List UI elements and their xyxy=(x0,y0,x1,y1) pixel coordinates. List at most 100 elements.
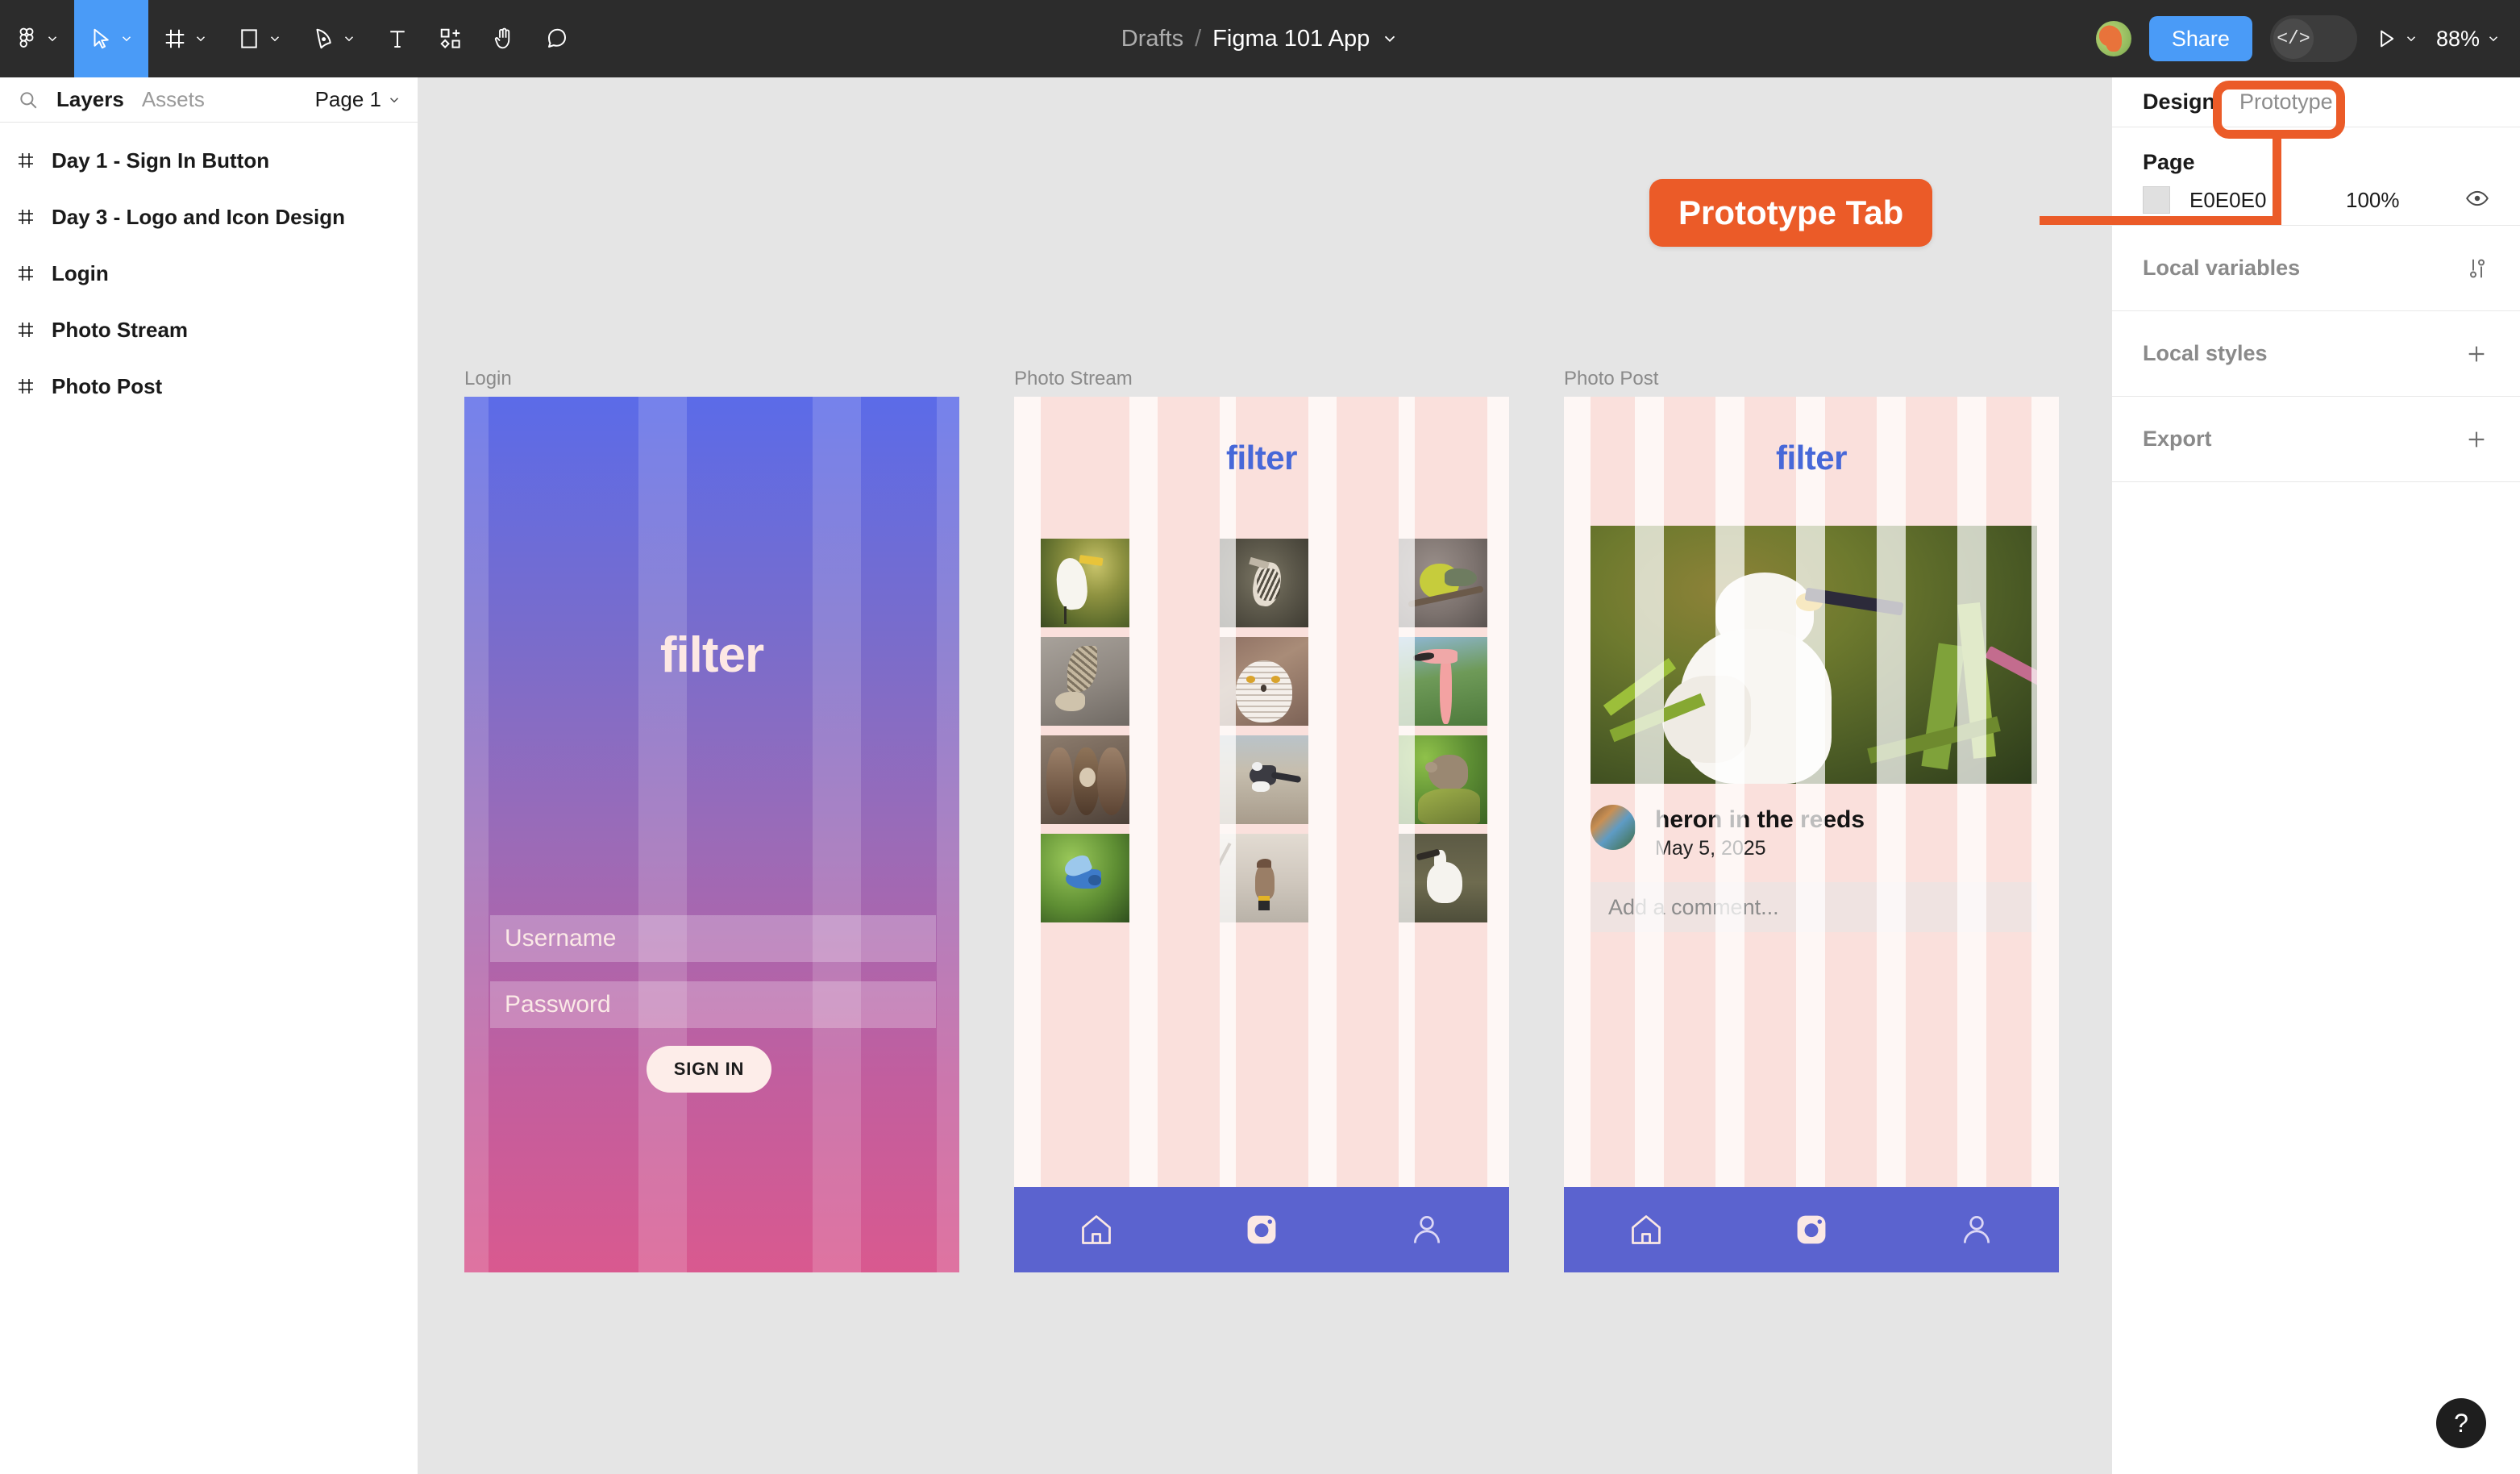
comment-tool-button[interactable] xyxy=(530,0,584,77)
bottom-nav-bar xyxy=(1014,1187,1509,1272)
present-button[interactable] xyxy=(2375,27,2418,50)
page-color-swatch[interactable] xyxy=(2143,186,2170,214)
local-variables-section[interactable]: Local variables xyxy=(2112,226,2520,311)
figma-menu-button[interactable] xyxy=(0,0,74,77)
callout-prototype-tab: Prototype Tab xyxy=(1649,179,1933,247)
home-icon xyxy=(1632,1215,1661,1244)
shape-tool-icon xyxy=(241,29,257,48)
chevron-down-icon xyxy=(389,97,399,102)
frame-photo-stream[interactable]: filter xyxy=(1014,397,1509,1272)
page-section-title: Page xyxy=(2143,150,2195,174)
add-export-button[interactable] xyxy=(2464,427,2489,452)
camera-icon xyxy=(1797,1215,1826,1244)
chevron-down-icon xyxy=(2489,36,2498,42)
frame-label-photo-stream[interactable]: Photo Stream xyxy=(1014,368,1133,390)
breadcrumb-separator: / xyxy=(1195,25,1202,52)
zoom-level-label: 88% xyxy=(2435,26,2480,51)
shape-tool-button[interactable] xyxy=(222,0,297,77)
frame-label-login[interactable]: Login xyxy=(464,368,512,390)
add-style-button[interactable] xyxy=(2464,341,2489,367)
layers-panel: Layers Assets Page 1 Day 1 - Sign In But… xyxy=(0,77,418,1474)
sign-in-button[interactable]: SIGN IN xyxy=(647,1046,771,1093)
bottom-nav-bar xyxy=(1564,1187,2059,1272)
nav-camera-button[interactable] xyxy=(1179,1212,1345,1247)
password-input[interactable]: Password xyxy=(490,981,936,1028)
help-button[interactable]: ? xyxy=(2436,1398,2486,1448)
text-tool-button[interactable] xyxy=(371,0,424,77)
nav-home-button[interactable] xyxy=(1014,1212,1179,1247)
hand-tool-button[interactable] xyxy=(477,0,530,77)
frame-icon xyxy=(19,153,33,168)
layers-panel-tabs: Layers Assets Page 1 xyxy=(0,77,418,123)
move-tool-icon xyxy=(94,28,109,49)
frame-icon xyxy=(19,379,33,393)
nav-home-button[interactable] xyxy=(1564,1212,1729,1247)
eye-icon xyxy=(2466,190,2489,206)
frame-tool-icon xyxy=(165,29,185,48)
move-tool-button[interactable] xyxy=(74,0,148,77)
avatar[interactable] xyxy=(2095,21,2131,56)
page-color-hex[interactable]: E0E0E0 xyxy=(2189,188,2327,213)
frame-icon xyxy=(19,210,33,224)
layer-row[interactable]: Login xyxy=(0,245,418,302)
nav-profile-button[interactable] xyxy=(1344,1212,1509,1247)
frame-photo-post[interactable]: heron in the reeds May 5, 2025 Add a com… xyxy=(1564,397,2059,1272)
figma-menu-icon xyxy=(19,27,34,48)
breadcrumb-drafts[interactable]: Drafts xyxy=(1121,26,1183,52)
search-icon xyxy=(20,91,37,108)
profile-icon xyxy=(1963,1216,1990,1243)
local-variables-label: Local variables xyxy=(2143,256,2301,280)
frame-tool-button[interactable] xyxy=(148,0,222,77)
top-toolbar: Drafts / Figma 101 App Share </> 88% xyxy=(0,0,2520,77)
file-menu-chevron-down-icon[interactable] xyxy=(1381,30,1399,48)
frame-login[interactable]: filter Username Password SIGN IN xyxy=(464,397,959,1272)
layer-row[interactable]: Photo Stream xyxy=(0,302,418,358)
design-canvas[interactable]: Login filter Username Password SIGN IN P… xyxy=(418,77,2112,1474)
nav-camera-button[interactable] xyxy=(1729,1212,1894,1247)
share-button[interactable]: Share xyxy=(2148,16,2252,61)
layer-row[interactable]: Photo Post xyxy=(0,358,418,414)
zoom-menu[interactable]: 88% xyxy=(2436,27,2501,52)
export-section[interactable]: Export xyxy=(2112,397,2520,482)
local-styles-section[interactable]: Local styles xyxy=(2112,311,2520,397)
pen-tool-button[interactable] xyxy=(297,0,371,77)
page-visibility-toggle[interactable] xyxy=(2465,186,2489,214)
dev-mode-toggle[interactable]: </> xyxy=(2269,15,2357,62)
page-color-opacity[interactable]: 100% xyxy=(2346,188,2400,213)
stream-logo: filter xyxy=(1225,439,1298,477)
tab-layers[interactable]: Layers xyxy=(56,87,124,112)
actions-tool-button[interactable] xyxy=(424,0,477,77)
chevron-down-icon xyxy=(2406,36,2415,42)
tab-design[interactable]: Design xyxy=(2143,90,2215,115)
home-icon xyxy=(1082,1215,1112,1244)
tab-prototype[interactable]: Prototype xyxy=(2239,90,2333,115)
breadcrumb-filename[interactable]: Figma 101 App xyxy=(1212,26,1370,52)
camera-icon xyxy=(1247,1215,1276,1244)
login-logo: filter xyxy=(659,627,764,683)
nav-profile-button[interactable] xyxy=(1894,1212,2059,1247)
stream-stripe-overlay xyxy=(1014,397,1509,1272)
variables-icon xyxy=(2469,258,2485,278)
page-selector[interactable]: Page 1 xyxy=(315,87,401,112)
properties-panel-tabs: Design Prototype xyxy=(2112,77,2520,127)
layer-label: Day 3 - Logo and Icon Design xyxy=(52,204,346,229)
page-section: Page E0E0E0 100% xyxy=(2112,127,2520,226)
layer-row[interactable]: Day 3 - Logo and Icon Design xyxy=(0,189,418,245)
callout-connector-horizontal xyxy=(2040,216,2281,225)
frame-icon xyxy=(19,266,33,281)
frame-label-photo-post[interactable]: Photo Post xyxy=(1564,368,1658,390)
chevron-down-icon xyxy=(344,36,354,42)
layer-label: Photo Post xyxy=(52,373,163,398)
layer-row[interactable]: Day 1 - Sign In Button xyxy=(0,132,418,189)
search-button[interactable] xyxy=(18,90,39,110)
username-input[interactable]: Username xyxy=(490,915,936,962)
dev-mode-icon: </> xyxy=(2273,19,2314,59)
properties-panel: Design Prototype Page E0E0E0 100% Local … xyxy=(2112,77,2520,1474)
tab-assets[interactable]: Assets xyxy=(142,87,205,112)
local-styles-label: Local styles xyxy=(2143,341,2268,365)
chevron-down-icon xyxy=(196,36,206,42)
open-variables-button[interactable] xyxy=(2465,256,2489,281)
login-stripe-overlay xyxy=(464,397,959,1272)
plus-icon xyxy=(2468,346,2485,361)
post-logo: filter xyxy=(1775,439,1848,477)
